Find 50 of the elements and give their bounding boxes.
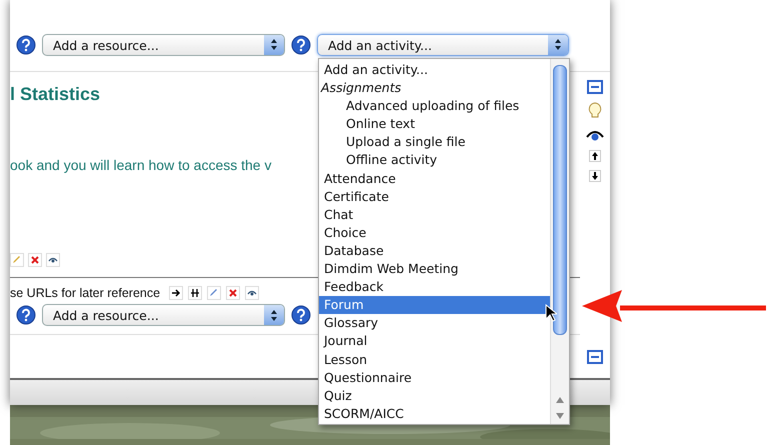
- activity-option[interactable]: Feedback: [319, 278, 550, 296]
- activity-option[interactable]: Assignments: [319, 79, 550, 98]
- help-icon[interactable]: [291, 305, 311, 325]
- activity-option[interactable]: Glossary: [319, 314, 550, 332]
- mouse-pointer-icon: [545, 304, 557, 322]
- lightbulb-icon[interactable]: [588, 102, 602, 120]
- activity-option[interactable]: Offline activity: [319, 151, 550, 170]
- eye-icon[interactable]: [46, 253, 60, 267]
- resource-select[interactable]: Add a resource...: [42, 34, 285, 56]
- eye-icon[interactable]: [586, 128, 604, 142]
- activity-option[interactable]: Chat: [319, 206, 550, 224]
- help-icon[interactable]: [16, 305, 36, 325]
- activity-option[interactable]: Quiz: [319, 386, 550, 405]
- move-icon[interactable]: [188, 286, 202, 300]
- eye-icon[interactable]: [245, 286, 260, 300]
- activity-option[interactable]: SCORM/AICC: [319, 404, 550, 423]
- help-icon[interactable]: [16, 34, 36, 54]
- activity-option[interactable]: Upload a single file: [319, 133, 550, 152]
- activity-option[interactable]: Online text: [319, 115, 550, 134]
- edit-icon[interactable]: [207, 286, 222, 300]
- delete-icon[interactable]: [226, 286, 240, 300]
- section-title: l Statistics: [10, 84, 100, 105]
- stepper-icon: [548, 34, 568, 54]
- scroll-down-icon[interactable]: [555, 411, 565, 421]
- activity-option[interactable]: Attendance: [319, 170, 550, 188]
- scrollbar-thumb[interactable]: [553, 65, 567, 335]
- stepper-icon: [264, 34, 284, 54]
- activity-option[interactable]: Database: [319, 242, 550, 260]
- activity-option[interactable]: Certificate: [319, 188, 550, 206]
- activity-option[interactable]: Dimdim Web Meeting: [319, 260, 550, 278]
- activity-option[interactable]: Lesson: [319, 350, 550, 369]
- up-arrow-icon[interactable]: [589, 150, 601, 162]
- collapse-icon[interactable]: [587, 350, 603, 364]
- resource-select[interactable]: Add a resource...: [42, 304, 285, 326]
- help-icon[interactable]: [291, 34, 311, 54]
- activity-option[interactable]: Journal: [319, 332, 550, 350]
- activity-option[interactable]: Forum: [319, 296, 550, 314]
- activity-option[interactable]: Add an activity...: [319, 61, 550, 80]
- down-arrow-icon[interactable]: [589, 170, 601, 182]
- activity-option[interactable]: Advanced uploading of files: [319, 97, 550, 116]
- section-text: ook and you will learn how to access the v: [10, 157, 272, 173]
- resource-text: se URLs for later reference: [10, 286, 160, 300]
- scrollbar[interactable]: [550, 59, 569, 424]
- activity-option[interactable]: Questionnaire: [319, 368, 550, 387]
- delete-icon[interactable]: [28, 253, 42, 267]
- collapse-icon[interactable]: [587, 80, 603, 94]
- stepper-icon: [264, 305, 284, 325]
- activity-option[interactable]: Choice: [319, 224, 550, 242]
- activity-select[interactable]: Add an activity...: [317, 34, 569, 56]
- indent-icon[interactable]: [169, 286, 184, 300]
